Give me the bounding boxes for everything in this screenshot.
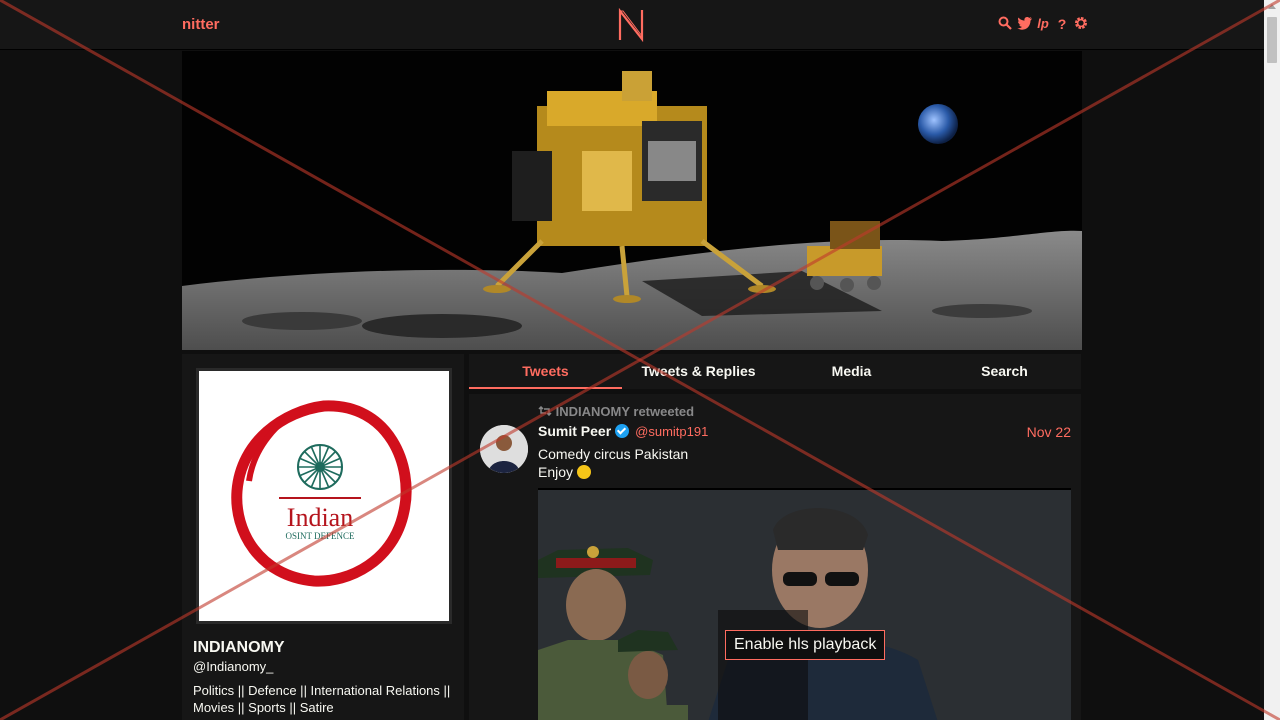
- tab-media[interactable]: Media: [775, 354, 928, 389]
- tweet-text-line-2-text: Enjoy: [538, 464, 574, 480]
- avatar-logo-text: Indian: [287, 503, 353, 532]
- verified-badge-icon: [615, 424, 630, 438]
- profile-fullname[interactable]: INDIANOMY: [193, 639, 285, 657]
- profile-avatar[interactable]: Indian OSINT DEFENCE: [196, 368, 452, 624]
- smiling-emoji-icon: [576, 465, 591, 479]
- navbar: nitter lp ?: [0, 0, 1264, 50]
- tweet-fullname[interactable]: Sumit Peer: [538, 423, 611, 439]
- retweet-header-text: INDIANOMY retweeted: [555, 404, 695, 419]
- gear-icon[interactable]: [1074, 16, 1088, 32]
- retweet-header: INDIANOMY retweeted: [538, 404, 694, 419]
- tweet-date[interactable]: Nov 22: [1027, 424, 1071, 440]
- tweet-video[interactable]: Enable hls playback: [538, 488, 1071, 720]
- tweet-content: Comedy circus Pakistan Enjoy: [538, 445, 688, 481]
- scroll-thumb[interactable]: [1267, 17, 1277, 63]
- profile-banner[interactable]: [182, 51, 1082, 350]
- avatar-logo-subtext: OSINT DEFENCE: [285, 531, 355, 541]
- brand-link[interactable]: nitter: [182, 16, 220, 33]
- tab-tweets-and-replies[interactable]: Tweets & Replies: [622, 354, 775, 389]
- profile-bio: Politics || Defence || International Rel…: [193, 683, 451, 715]
- page-scrollbar[interactable]: [1264, 0, 1280, 720]
- tweet-text-line-2: Enjoy: [538, 463, 688, 481]
- scroll-up-arrow-icon[interactable]: [1268, 4, 1276, 9]
- user-avatar-image: [480, 425, 528, 473]
- nav-icons: lp ?: [998, 16, 1088, 32]
- tweet-username[interactable]: @sumitp191: [635, 424, 708, 439]
- profile-card: Indian OSINT DEFENCE INDIANOMY @Indianom…: [182, 354, 464, 720]
- page: nitter lp ? Indian OSINT DEFENCE INDIANO…: [0, 0, 1280, 720]
- tab-search[interactable]: Search: [928, 354, 1081, 389]
- tab-tweets[interactable]: Tweets: [469, 354, 622, 389]
- retweet-icon: [538, 405, 552, 417]
- enable-hls-playback-button[interactable]: Enable hls playback: [725, 630, 886, 660]
- twitter-bird-icon[interactable]: [1017, 16, 1032, 32]
- profile-username[interactable]: @Indianomy_: [193, 659, 273, 674]
- nitter-logo-icon[interactable]: [616, 8, 646, 42]
- indian-osint-logo-image: Indian OSINT DEFENCE: [231, 400, 412, 587]
- timeline-tabs: Tweets Tweets & Replies Media Search: [469, 354, 1081, 389]
- help-icon[interactable]: ?: [1055, 16, 1069, 32]
- video-thumbnail-image: [538, 490, 1071, 720]
- timeline: INDIANOMY retweeted Sumit Peer @sumitp19…: [469, 394, 1081, 720]
- search-icon[interactable]: [998, 16, 1012, 32]
- liberapay-icon[interactable]: lp: [1036, 16, 1050, 32]
- tweet-author: Sumit Peer @sumitp191: [538, 423, 708, 439]
- tweet-avatar[interactable]: [480, 425, 528, 473]
- banner-moon-lander-image: [182, 51, 1082, 350]
- tweet-text-line-1: Comedy circus Pakistan: [538, 446, 689, 462]
